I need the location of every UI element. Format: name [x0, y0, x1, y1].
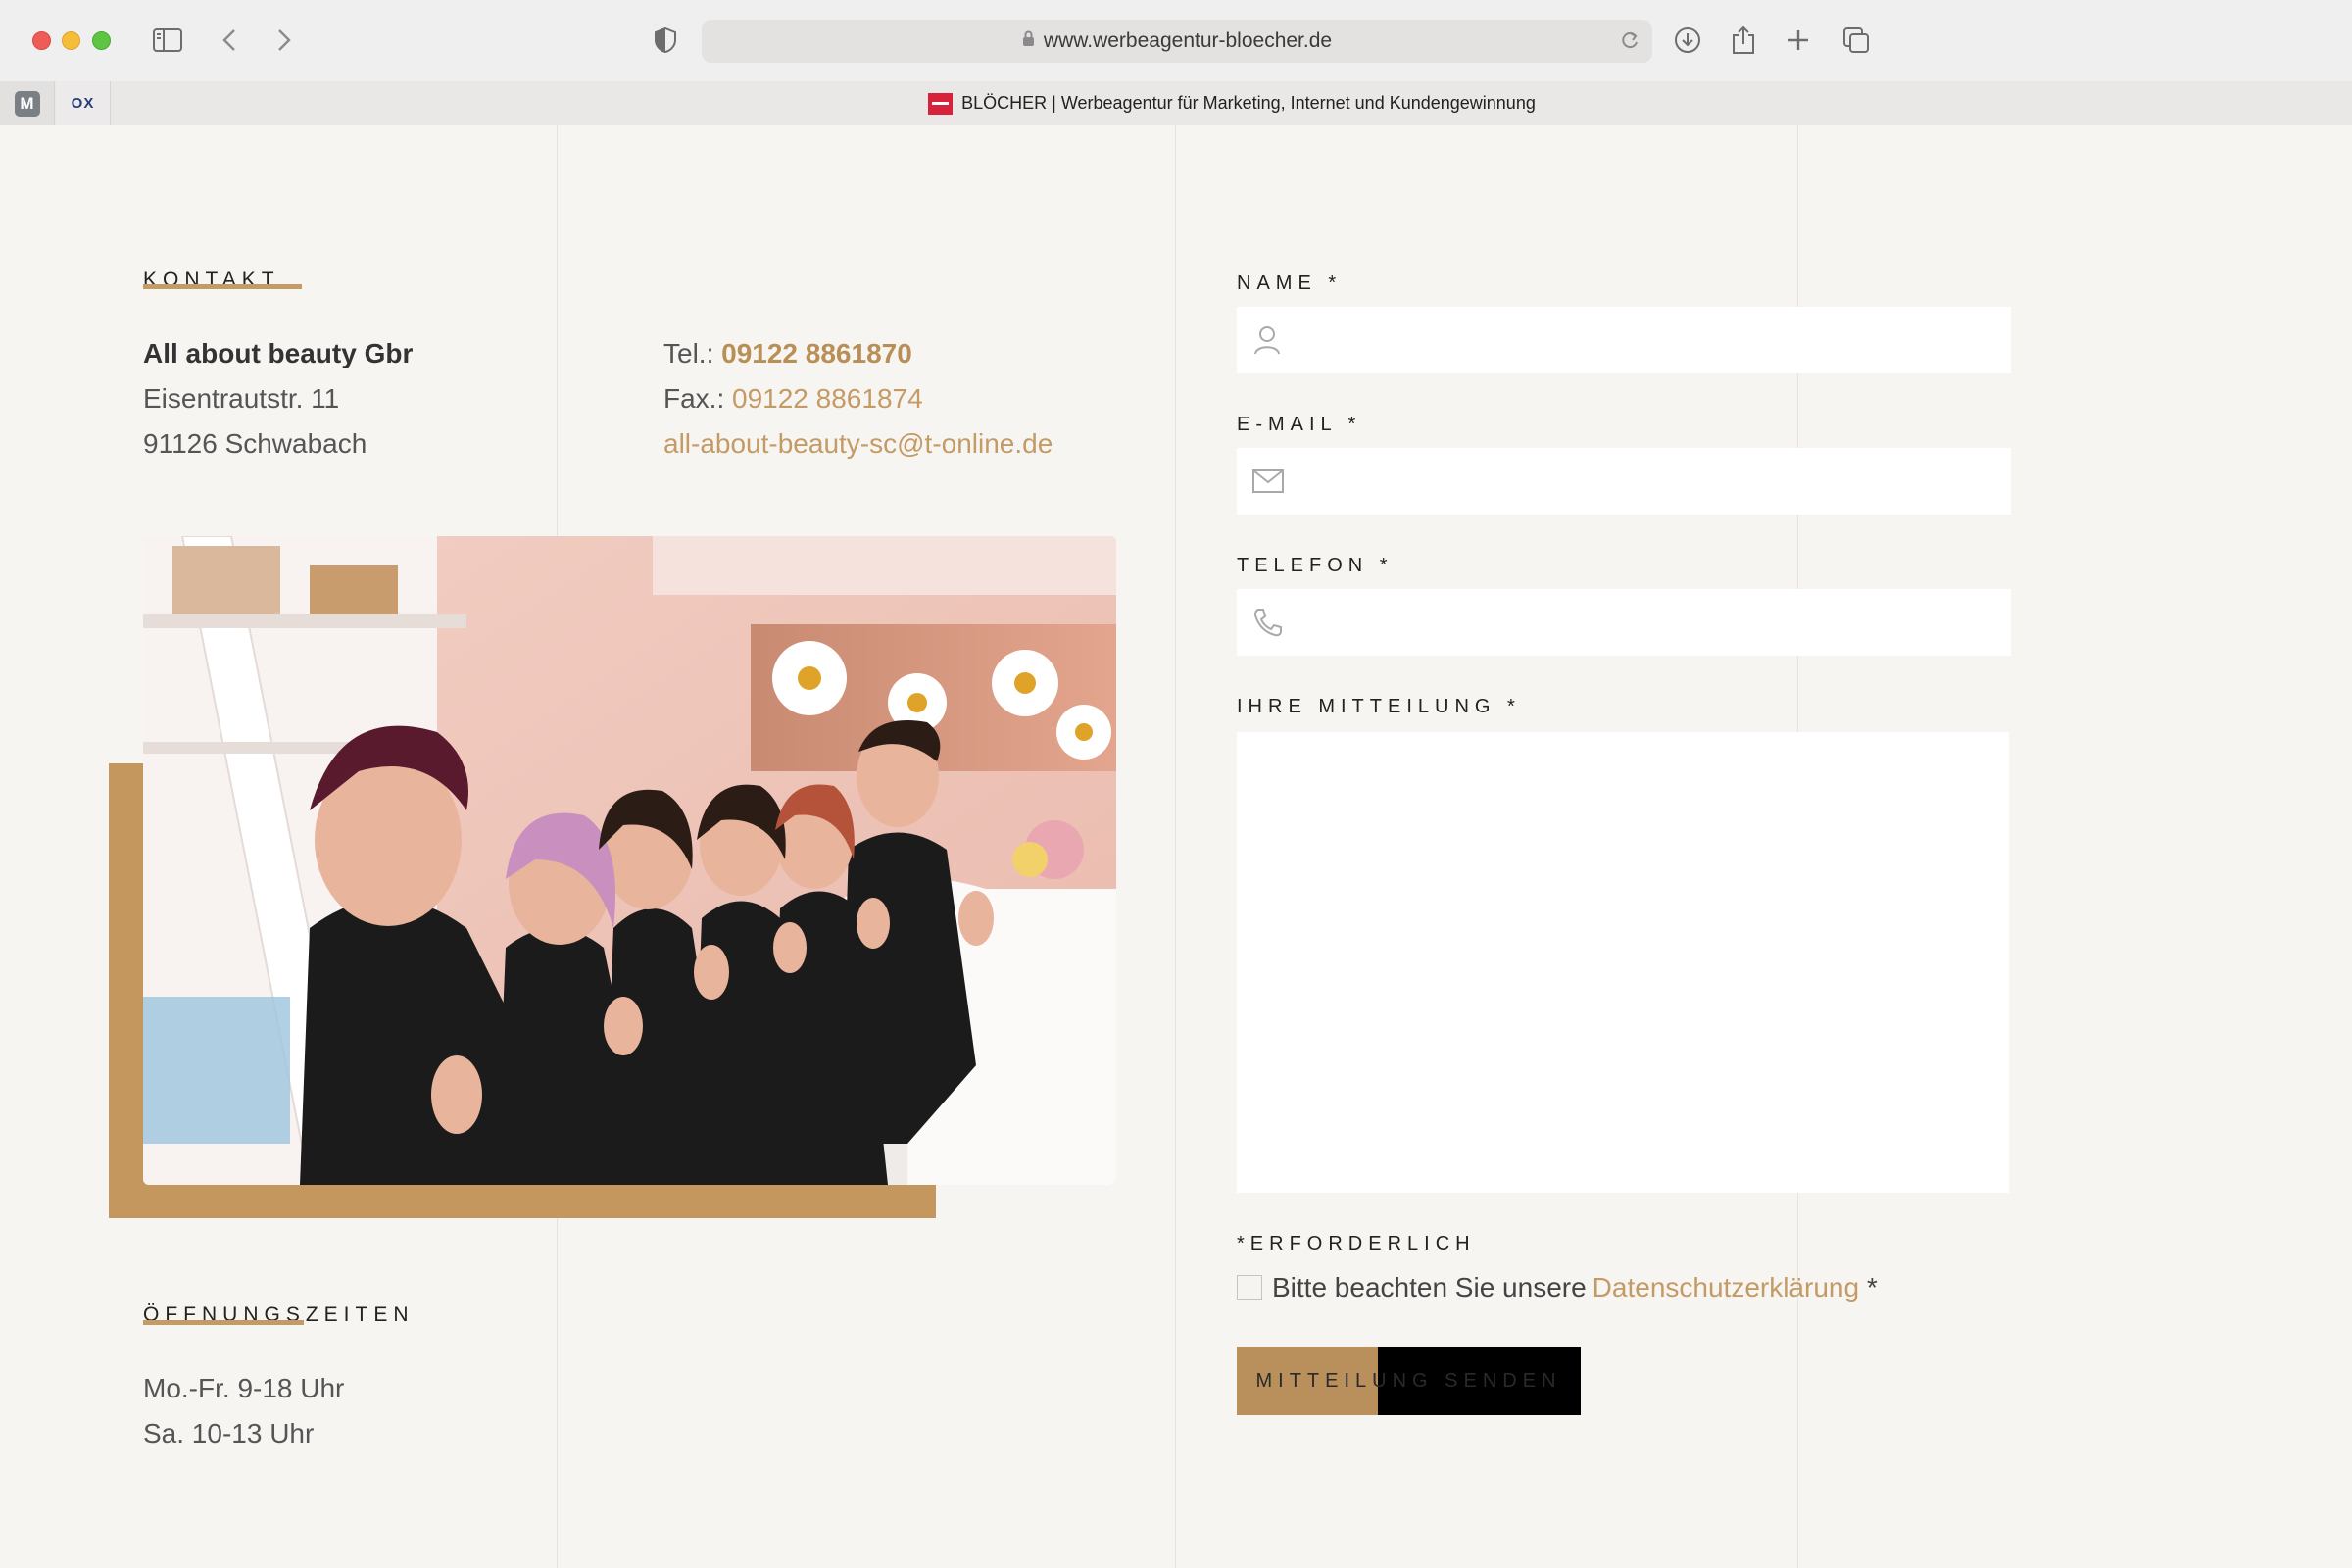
url-text: www.werbeagentur-bloecher.de [1043, 29, 1333, 52]
tab-bar: M OX BLÖCHER | Werbeagentur für Marketin… [0, 81, 2352, 125]
download-icon[interactable] [1672, 24, 1703, 57]
active-tab[interactable]: BLÖCHER | Werbeagentur für Marketing, In… [112, 81, 2352, 125]
address-block: All about beauty Gbr Eisentrautstr. 11 9… [143, 331, 413, 466]
browser-chrome: www.werbeagentur-bloecher.de M OX BLÖCHE… [0, 0, 2352, 125]
required-note: *ERFORDERLICH [1237, 1233, 1476, 1254]
address-bar[interactable]: www.werbeagentur-bloecher.de [702, 20, 1652, 63]
privacy-text: Bitte beachten Sie unsere [1272, 1272, 1587, 1302]
fax-label: Fax.: [663, 383, 733, 414]
hours-weekdays: Mo.-Fr. 9-18 Uhr [143, 1373, 345, 1403]
privacy-required-star: * [1859, 1272, 1878, 1302]
name-field[interactable] [1237, 307, 2011, 373]
pinned-tab-ox-label: OX [71, 95, 95, 112]
message-label: IHRE MITTEILUNG * [1237, 696, 1521, 717]
message-textarea[interactable] [1237, 732, 2009, 1193]
street-address: Eisentrautstr. 11 [143, 383, 340, 414]
bloecher-favicon-icon [928, 92, 954, 115]
email-field[interactable] [1237, 448, 2011, 514]
active-tab-title: BLÖCHER | Werbeagentur für Marketing, In… [961, 93, 1536, 113]
privacy-link[interactable]: Datenschutzerklärung [1592, 1272, 1859, 1303]
team-photo [143, 536, 1116, 1185]
submit-button[interactable]: MITTEILUNG SENDEN [1237, 1347, 1581, 1415]
forward-icon[interactable] [272, 24, 296, 57]
kontakt-underline [143, 284, 302, 289]
envelope-icon [1252, 469, 1284, 493]
phone-form-label: TELEFON * [1237, 555, 1394, 576]
browser-toolbar: www.werbeagentur-bloecher.de [0, 0, 2352, 80]
phone-line: Tel.: 09122 8861870 [663, 331, 1053, 376]
privacy-checkbox[interactable] [1237, 1275, 1262, 1300]
name-label: NAME * [1237, 272, 1343, 294]
contact-details: Tel.: 09122 8861870 Fax.: 09122 8861874 … [663, 331, 1053, 466]
submit-label: MITTEILUNG SENDEN [1255, 1369, 1562, 1392]
phone-link[interactable]: 09122 8861870 [721, 338, 912, 368]
hours-block: Mo.-Fr. 9-18 Uhr Sa. 10-13 Uhr [143, 1366, 344, 1456]
sidebar-toggle-icon[interactable] [151, 24, 184, 57]
reload-icon[interactable] [1619, 29, 1641, 57]
privacy-consent: Bitte beachten Sie unsere Datenschutzerk… [1237, 1272, 1878, 1303]
privacy-shield-icon[interactable] [651, 24, 680, 57]
hours-underline [143, 1320, 304, 1325]
grid-line [1175, 125, 1176, 1568]
tab-overview-icon[interactable] [1840, 24, 1872, 57]
phone-icon [1252, 607, 1284, 638]
new-tab-icon[interactable] [1784, 24, 1813, 57]
share-icon[interactable] [1729, 24, 1758, 57]
phone-input[interactable] [1298, 589, 2011, 656]
email-link[interactable]: all-about-beauty-sc@t-online.de [663, 421, 1053, 466]
pinned-tab-m-label: M [14, 90, 40, 117]
pinned-tab-ox[interactable]: OX [56, 81, 111, 125]
back-icon[interactable] [218, 24, 241, 57]
close-window-button[interactable] [32, 31, 51, 50]
phone-label: Tel.: [663, 338, 722, 368]
name-input[interactable] [1296, 307, 2011, 373]
fax-line: Fax.: 09122 8861874 [663, 376, 1053, 421]
email-label: E-MAIL * [1237, 414, 1362, 435]
page-content: KONTAKT All about beauty Gbr Eisentrauts… [0, 125, 2352, 1568]
lock-icon [1022, 29, 1035, 53]
minimize-window-button[interactable] [62, 31, 80, 50]
company-name: All about beauty Gbr [143, 338, 414, 368]
hours-saturday: Sa. 10-13 Uhr [143, 1418, 315, 1448]
email-input[interactable] [1298, 448, 2011, 514]
phone-field[interactable] [1237, 589, 2011, 656]
zoom-window-button[interactable] [92, 31, 111, 50]
city-address: 91126 Schwabach [143, 428, 368, 459]
fax-value: 09122 8861874 [732, 383, 923, 414]
pinned-tab-m[interactable]: M [0, 81, 55, 125]
user-icon [1252, 324, 1282, 356]
